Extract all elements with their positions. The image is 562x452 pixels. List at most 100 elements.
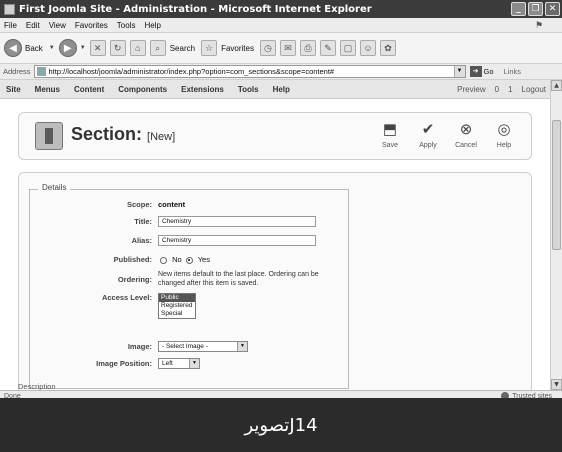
image-position-label: Image Position: — [96, 359, 152, 368]
vertical-scrollbar[interactable]: ▲ ▼ — [550, 80, 562, 390]
section-header: Section: [New] ⬒ Save ✔ Apply ⊗ Cancel ◎… — [18, 112, 532, 160]
published-no-radio[interactable] — [160, 256, 167, 264]
cancel-icon: ⊗ — [459, 121, 473, 138]
back-dropdown-icon[interactable]: ▼ — [49, 45, 55, 51]
close-button[interactable]: ✕ — [545, 2, 560, 16]
jmenu-tools[interactable]: Tools — [238, 85, 259, 94]
help-button[interactable]: ◎ Help — [491, 119, 517, 149]
windows-flag-icon: ⚑ — [535, 20, 544, 30]
ordering-row: Ordering: New items default to the last … — [30, 270, 350, 288]
logout-link[interactable]: Logout — [522, 85, 546, 94]
help-label: Help — [496, 142, 512, 149]
joomla-menu-bar: Site Menus Content Components Extensions… — [0, 80, 550, 99]
published-row: Published: No Yes — [30, 255, 350, 264]
details-fieldset: Details Scope: content Title: Chemistry … — [29, 183, 350, 389]
go-label: Go — [483, 67, 494, 76]
title-label: Title: — [134, 217, 152, 226]
section-form: Details Scope: content Title: Chemistry … — [18, 172, 532, 390]
action-toolbar: ⬒ Save ✔ Apply ⊗ Cancel ◎ Help — [377, 119, 517, 149]
jmenu-site[interactable]: Site — [6, 85, 21, 94]
published-no-label: No — [172, 255, 182, 264]
window-title-bar: First Joomla Site - Administration - Mic… — [0, 0, 562, 18]
stop-icon[interactable]: ✕ — [89, 40, 106, 56]
menu-favorites[interactable]: Favorites — [75, 21, 108, 30]
forward-dropdown-icon[interactable]: ▼ — [80, 45, 86, 51]
back-button[interactable]: ◀ Back — [4, 39, 43, 57]
jmenu-extensions[interactable]: Extensions — [181, 85, 224, 94]
title-input[interactable]: Chemistry — [158, 216, 316, 227]
published-label: Published: — [113, 255, 152, 264]
access-option-registered[interactable]: Registered — [159, 302, 195, 310]
ordering-note: New items default to the last place. Ord… — [158, 271, 319, 287]
apply-button[interactable]: ✔ Apply — [415, 119, 441, 149]
image-position-value: Left — [162, 360, 173, 367]
access-level-list[interactable]: Public Registered Special — [158, 293, 196, 319]
ie-icon — [4, 3, 15, 15]
minimize-button[interactable]: _ — [511, 2, 526, 16]
jmenu-components[interactable]: Components — [118, 85, 167, 94]
alias-row: Alias: Chemistry — [30, 235, 350, 246]
menu-help[interactable]: Help — [144, 21, 160, 30]
save-icon: ⬒ — [382, 121, 398, 138]
home-icon[interactable]: ⌂ — [129, 40, 146, 56]
forward-button[interactable]: ▶ — [58, 39, 77, 57]
menu-edit[interactable]: Edit — [26, 21, 40, 30]
address-label: Address — [3, 67, 31, 76]
alias-input[interactable]: Chemistry — [158, 235, 316, 246]
jmenu-menus[interactable]: Menus — [35, 85, 60, 94]
messages-count[interactable]: 0 — [495, 85, 499, 94]
menu-tools[interactable]: Tools — [117, 21, 136, 30]
search-icon: ⌕ — [149, 40, 166, 56]
maximize-button[interactable]: ❐ — [528, 2, 543, 16]
address-bar: Address http://localhost/joomla/administ… — [0, 64, 562, 80]
menu-bar: File Edit View Favorites Tools Help ⚑ — [0, 18, 562, 33]
discuss-icon[interactable]: ▢ — [339, 40, 356, 56]
scroll-down-icon[interactable]: ▼ — [551, 379, 562, 390]
scope-value: content — [158, 200, 186, 209]
favorites-button[interactable]: ☆ Favorites — [201, 40, 254, 56]
access-option-special[interactable]: Special — [159, 310, 195, 318]
image-select[interactable]: - Select Image - ▼ — [158, 341, 248, 352]
address-url: http://localhost/joomla/administrator/in… — [48, 67, 335, 76]
history-icon[interactable]: ◷ — [259, 40, 276, 56]
save-label: Save — [382, 142, 398, 149]
access-option-public[interactable]: Public — [159, 294, 195, 302]
menu-file[interactable]: File — [4, 21, 17, 30]
figure-caption: تصویرJ14 — [0, 398, 562, 452]
cancel-button[interactable]: ⊗ Cancel — [453, 119, 479, 149]
scroll-up-icon[interactable]: ▲ — [551, 80, 562, 91]
jmenu-help[interactable]: Help — [273, 85, 290, 94]
messenger-icon[interactable]: ☺ — [359, 40, 376, 56]
published-yes-radio[interactable] — [185, 256, 193, 264]
search-button[interactable]: ⌕ Search — [149, 40, 196, 56]
scroll-thumb[interactable] — [552, 120, 561, 250]
jmenu-content[interactable]: Content — [74, 85, 104, 94]
favorites-star-icon: ☆ — [201, 40, 218, 56]
favorites-label: Favorites — [221, 43, 254, 53]
image-position-select[interactable]: Left ▼ — [158, 358, 200, 369]
save-button[interactable]: ⬒ Save — [377, 119, 403, 149]
image-select-value: - Select Image - — [162, 343, 208, 350]
address-dropdown-icon[interactable]: ▼ — [453, 66, 465, 77]
ordering-label: Ordering: — [117, 274, 152, 284]
preview-link[interactable]: Preview — [457, 85, 485, 94]
users-count[interactable]: 1 — [508, 85, 512, 94]
back-label: Back — [25, 43, 43, 53]
mail-icon[interactable]: ✉ — [279, 40, 296, 56]
browser-toolbar: ◀ Back ▼ ▶ ▼ ✕ ↻ ⌂ ⌕ Search ☆ Favorites … — [0, 33, 562, 64]
address-input[interactable]: http://localhost/joomla/administrator/in… — [33, 65, 466, 78]
print-icon[interactable]: ⎙ — [299, 40, 316, 56]
links-button[interactable]: Links — [504, 67, 522, 76]
details-legend: Details — [38, 183, 71, 192]
research-icon[interactable]: ✿ — [379, 40, 396, 56]
image-position-dropdown-icon: ▼ — [189, 359, 199, 368]
refresh-icon[interactable]: ↻ — [109, 40, 126, 56]
search-label: Search — [169, 43, 196, 53]
description-legend: Description — [18, 382, 56, 390]
menu-view[interactable]: View — [49, 21, 66, 30]
image-dropdown-icon: ▼ — [237, 342, 247, 351]
go-button[interactable]: ➜ Go — [469, 66, 494, 77]
edit-icon[interactable]: ✎ — [319, 40, 336, 56]
access-label: Access Level: — [101, 293, 152, 302]
scope-label: Scope: — [126, 200, 152, 209]
